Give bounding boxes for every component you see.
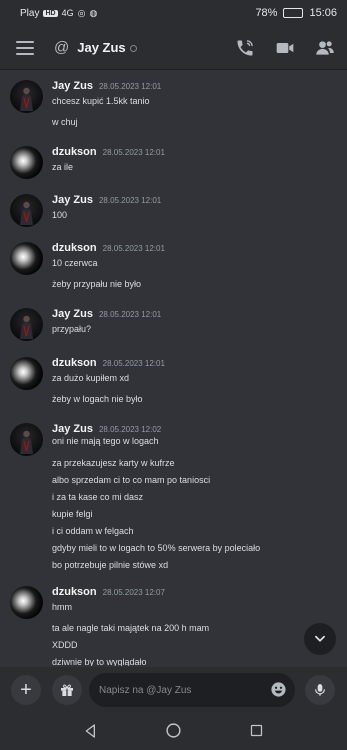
message-author[interactable]: Jay Zus bbox=[52, 80, 93, 92]
battery-percent: 78% bbox=[255, 7, 278, 19]
system-navigation-bar bbox=[0, 711, 347, 750]
message-text: za ile bbox=[52, 162, 74, 172]
message-text: żeby przypału nie było bbox=[52, 279, 142, 289]
avatar[interactable] bbox=[10, 308, 43, 341]
at-icon: @ bbox=[54, 39, 70, 56]
volte-badge: HD bbox=[43, 9, 58, 17]
battery-icon bbox=[283, 8, 304, 18]
message-text: 10 czerwca bbox=[52, 258, 98, 268]
message-input-container bbox=[89, 673, 295, 707]
message-text: albo sprzedam ci to co mam po taniosci bbox=[52, 475, 211, 485]
message-timestamp: 28.05.2023 12:01 bbox=[98, 82, 162, 91]
message-text: hmm bbox=[52, 602, 72, 612]
microphone-icon bbox=[315, 684, 325, 696]
messenger-icon: ◍ bbox=[89, 7, 98, 18]
message-text: za przekazujesz karty w kufrze bbox=[52, 458, 175, 468]
message-timestamp: 28.05.2023 12:01 bbox=[102, 359, 165, 368]
scroll-to-bottom-button[interactable] bbox=[304, 623, 336, 655]
message-text: kupie felgi bbox=[52, 509, 93, 519]
add-attachment-button[interactable]: + bbox=[11, 675, 41, 705]
message-text: żeby w logach nie było bbox=[52, 394, 143, 404]
message-text: i za ta kase co mi dasz bbox=[52, 492, 144, 502]
message-timestamp: 28.05.2023 12:02 bbox=[98, 425, 162, 434]
message-text: chcesz kupić 1.5kk tanio bbox=[52, 96, 150, 106]
message-timestamp: 28.05.2023 12:01 bbox=[98, 310, 162, 319]
back-icon[interactable] bbox=[83, 723, 99, 739]
avatar[interactable] bbox=[10, 242, 43, 275]
emoji-icon[interactable] bbox=[270, 681, 287, 698]
chevron-down-icon bbox=[315, 635, 325, 642]
network-label: 4G bbox=[61, 8, 74, 18]
avatar[interactable] bbox=[10, 423, 43, 456]
status-bar: Play HD 4G ◎ ◍ 78% 15:06 bbox=[0, 0, 347, 26]
call-icon[interactable] bbox=[235, 38, 255, 58]
menu-icon[interactable] bbox=[16, 40, 34, 55]
message-author[interactable]: Jay Zus bbox=[52, 194, 93, 206]
message-timestamp: 28.05.2023 12:07 bbox=[102, 588, 165, 597]
message-text: w chuj bbox=[52, 117, 78, 127]
message-author[interactable]: dzukson bbox=[52, 586, 97, 598]
message-input[interactable] bbox=[99, 673, 259, 707]
message-author[interactable]: dzukson bbox=[52, 357, 97, 369]
message-text: gdyby mieli to w logach to 50% serwera b… bbox=[52, 543, 261, 553]
avatar[interactable] bbox=[10, 586, 43, 619]
avatar[interactable] bbox=[10, 146, 43, 179]
message-timestamp: 28.05.2023 12:01 bbox=[102, 244, 165, 253]
message-timestamp: 28.05.2023 12:01 bbox=[98, 196, 162, 205]
message-author[interactable]: dzukson bbox=[52, 242, 97, 254]
home-icon[interactable] bbox=[165, 722, 182, 739]
status-left: Play HD 4G ◎ ◍ bbox=[20, 8, 97, 19]
message-author[interactable]: Jay Zus bbox=[52, 308, 93, 320]
dm-title[interactable]: Jay Zus bbox=[77, 40, 125, 55]
instagram-icon: ◎ bbox=[77, 7, 86, 18]
message-text: ta ale nagle taki majątek na 200 h mam bbox=[52, 623, 210, 633]
message-composer: + bbox=[0, 667, 347, 711]
message-text: za dużo kupiłem xd bbox=[52, 373, 130, 383]
gift-button[interactable] bbox=[52, 675, 82, 705]
avatar[interactable] bbox=[10, 80, 43, 113]
recents-icon[interactable] bbox=[249, 723, 264, 738]
channel-header: @ Jay Zus bbox=[0, 26, 347, 70]
gift-icon bbox=[61, 684, 73, 696]
message-text: i ci oddam w felgach bbox=[52, 526, 134, 536]
message-text: bo potrzebuje pilnie stówe xd bbox=[52, 560, 169, 570]
video-icon[interactable] bbox=[275, 38, 295, 58]
avatar[interactable] bbox=[10, 357, 43, 390]
message-text: oni nie mają tego w logach bbox=[52, 436, 159, 446]
header-actions bbox=[235, 38, 335, 58]
message-text: 100 bbox=[52, 210, 68, 220]
message-timestamp: 28.05.2023 12:01 bbox=[102, 148, 165, 157]
message-text: dziwnie by to wyglądało bbox=[52, 657, 147, 666]
clock: 15:06 bbox=[309, 7, 337, 19]
voice-message-button[interactable] bbox=[305, 675, 335, 705]
status-right: 78% 15:06 bbox=[255, 7, 337, 19]
members-icon[interactable] bbox=[315, 38, 335, 58]
message-list[interactable]: Jay Zus 28.05.2023 12:01 chcesz kupić 1.5… bbox=[0, 70, 347, 666]
avatar[interactable] bbox=[10, 194, 43, 227]
message-text: przypału? bbox=[52, 324, 92, 334]
message-author[interactable]: Jay Zus bbox=[52, 423, 93, 435]
message-text: XDDD bbox=[52, 640, 78, 650]
offline-status-icon bbox=[129, 45, 137, 52]
message-author[interactable]: dzukson bbox=[52, 146, 97, 158]
carrier-label: Play bbox=[20, 7, 40, 19]
